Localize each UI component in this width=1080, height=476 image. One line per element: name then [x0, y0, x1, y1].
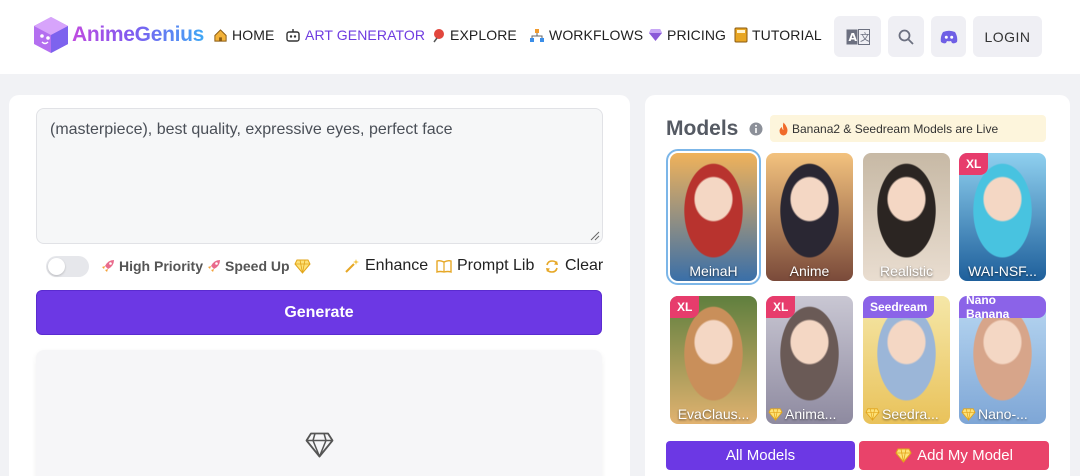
model-thumbnail	[863, 153, 950, 281]
brand-name: AnimeGenius	[72, 23, 205, 46]
high-priority-label: High Priority	[119, 258, 204, 274]
discord-button[interactable]	[931, 16, 966, 57]
model-name-label: Nano-...	[978, 406, 1028, 422]
gem-icon	[649, 29, 662, 41]
model-card[interactable]: Nano Banana Nano-...	[959, 296, 1046, 424]
resize-handle-icon[interactable]	[590, 231, 600, 241]
premium-gem-icon	[895, 448, 912, 463]
svg-text:A: A	[848, 31, 857, 44]
top-navigation-bar: AnimeGenius HOME ART GENERATOR EXPLORE W…	[0, 0, 1080, 74]
prompt-input[interactable]: (masterpiece), best quality, expressive …	[36, 108, 603, 244]
model-name: Seedra...	[863, 406, 950, 422]
translate-button[interactable]: A文	[834, 16, 881, 57]
model-card[interactable]: Realistic	[863, 153, 950, 281]
model-name: Anima...	[766, 406, 853, 422]
model-card[interactable]: XL EvaClaus...	[670, 296, 757, 424]
search-icon	[898, 29, 914, 45]
nav-art-generator[interactable]: ART GENERATOR	[285, 27, 425, 43]
home-icon	[214, 28, 227, 42]
premium-gem-icon	[293, 259, 311, 274]
model-card[interactable]: MeinaH	[666, 149, 761, 285]
svg-text:文: 文	[860, 31, 870, 44]
nav-pricing-label: PRICING	[667, 27, 727, 43]
nav-workflows[interactable]: WORKFLOWS	[529, 27, 643, 43]
open-book-icon	[436, 259, 452, 273]
clear-label: Clear	[565, 257, 604, 274]
toggle-knob	[48, 258, 65, 275]
live-banner-text: Banana2 & Seedream Models are Live	[792, 121, 999, 136]
prompt-lib-button[interactable]: Prompt Lib	[436, 257, 534, 275]
translate-icon: A文	[846, 28, 870, 45]
enhance-button[interactable]: Enhance	[344, 257, 428, 275]
models-live-banner: Banana2 & Seedream Models are Live	[770, 115, 1046, 142]
model-card[interactable]: Seedream Seedra...	[863, 296, 950, 424]
model-card[interactable]: Anime	[766, 153, 853, 281]
models-heading: Models	[666, 117, 739, 140]
model-card[interactable]: XL Anima...	[766, 296, 853, 424]
model-badge: XL	[670, 296, 700, 318]
model-name: MeinaH	[670, 263, 757, 279]
model-thumbnail	[766, 153, 853, 281]
generate-button[interactable]: Generate	[36, 290, 602, 335]
info-icon[interactable]	[749, 122, 763, 136]
model-name-label: Seedra...	[882, 406, 939, 422]
high-priority-option: High Priority	[100, 258, 203, 274]
nav-explore-label: EXPLORE	[450, 27, 517, 43]
book-icon	[734, 27, 748, 43]
nav-tutorial[interactable]: TUTORIAL	[734, 27, 822, 43]
model-name-label: Realistic	[880, 263, 933, 279]
model-name: WAI-NSF...	[959, 263, 1046, 279]
speed-up-label: Speed Up	[225, 258, 290, 274]
model-name-label: MeinaH	[689, 263, 738, 279]
fire-icon	[779, 122, 788, 135]
premium-gem-icon	[768, 407, 783, 421]
diamond-icon	[305, 432, 334, 458]
model-name: Realistic	[863, 263, 950, 279]
discord-icon	[940, 30, 957, 43]
model-thumbnail	[670, 153, 757, 281]
premium-gem-icon	[961, 407, 976, 421]
nav-home-label: HOME	[232, 27, 275, 43]
nav-explore[interactable]: EXPLORE	[432, 27, 517, 43]
model-name-label: Anime	[789, 263, 830, 279]
model-card[interactable]: XL WAI-NSF...	[959, 153, 1046, 281]
nav-pricing[interactable]: PRICING	[648, 27, 726, 43]
add-my-model-label: Add My Model	[917, 447, 1013, 464]
model-name-label: Anima...	[785, 406, 837, 422]
brand-logo[interactable]: AnimeGenius	[32, 16, 204, 54]
clear-button[interactable]: Clear	[544, 257, 603, 275]
model-name: Nano-...	[959, 406, 1046, 422]
nav-home[interactable]: HOME	[213, 27, 274, 43]
speed-up-option: Speed Up	[206, 258, 314, 274]
nav-workflows-label: WORKFLOWS	[549, 27, 644, 43]
model-badge: Nano Banana	[959, 296, 1046, 321]
prompt-text: (masterpiece), best quality, expressive …	[50, 121, 453, 138]
model-name: Anime	[766, 263, 853, 279]
model-badge: Seedream	[863, 296, 935, 318]
premium-gem-icon	[865, 407, 880, 421]
nav-tutorial-label: TUTORIAL	[752, 27, 822, 43]
login-button[interactable]: LOGIN	[973, 16, 1042, 57]
prompt-lib-label: Prompt Lib	[457, 257, 535, 274]
high-priority-toggle[interactable]	[46, 256, 89, 277]
search-button[interactable]	[888, 16, 924, 57]
model-name: EvaClaus...	[670, 406, 757, 422]
rocket-icon	[208, 260, 220, 272]
logo-cube-icon	[34, 17, 68, 53]
model-badge: XL	[959, 153, 989, 175]
magic-wand-icon	[345, 259, 359, 273]
all-models-button[interactable]: All Models	[666, 441, 855, 470]
rocket-icon	[102, 260, 114, 272]
refresh-icon	[546, 259, 558, 273]
enhance-label: Enhance	[365, 257, 429, 274]
model-badge: XL	[766, 296, 796, 318]
model-name-label: EvaClaus...	[677, 406, 750, 422]
add-my-model-button[interactable]: Add My Model	[859, 441, 1049, 470]
nav-art-generator-label: ART GENERATOR	[305, 27, 426, 43]
pin-icon	[433, 28, 444, 42]
workflow-icon	[530, 28, 544, 42]
model-name-label: WAI-NSF...	[968, 263, 1037, 279]
robot-icon	[286, 28, 300, 42]
